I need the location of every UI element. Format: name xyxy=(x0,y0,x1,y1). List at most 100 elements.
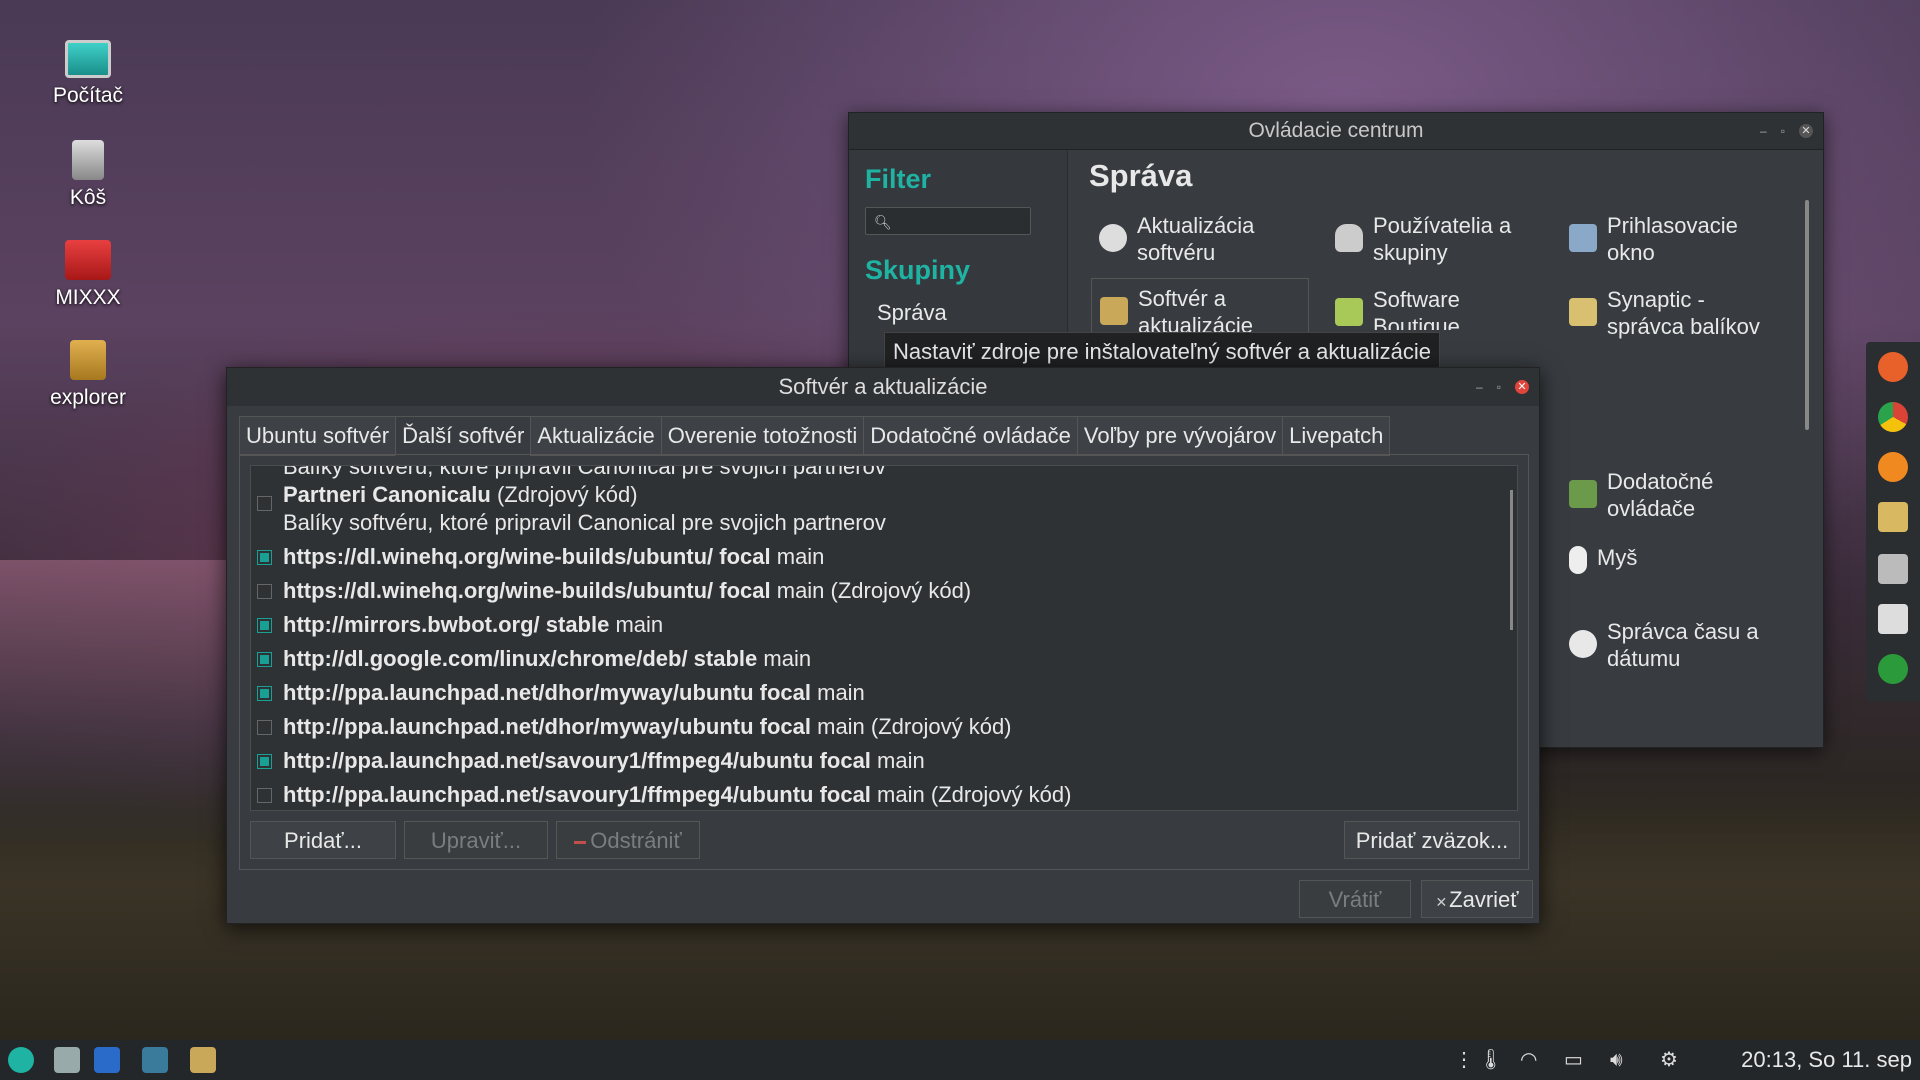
add-bundle-button[interactable]: Pridať zväzok... xyxy=(1344,821,1520,859)
computer-icon xyxy=(65,40,111,78)
minimize-icon[interactable]: – xyxy=(1760,113,1767,149)
tab-authentication[interactable]: Overenie totožnosti xyxy=(660,416,865,456)
source-row[interactable]: Partneri Canonicalu (Zdrojový kód) Balík… xyxy=(251,482,1491,535)
firefox-icon[interactable] xyxy=(1878,352,1908,382)
source-checkbox[interactable] xyxy=(257,618,272,633)
window-title: Ovládacie centrum xyxy=(1248,119,1424,142)
item-mouse[interactable]: Myš xyxy=(1569,544,1637,574)
item-software-boutique[interactable]: Software Boutique xyxy=(1335,286,1460,330)
item-synaptic[interactable]: Synaptic - správca balíkov xyxy=(1569,286,1760,340)
item-label: Boutique xyxy=(1373,314,1460,330)
tab-other-software[interactable]: Ďalší softvér xyxy=(395,416,532,456)
desktop-icon-explorer[interactable]: explorer xyxy=(40,340,136,410)
item-label: okno xyxy=(1607,240,1655,265)
item-label: Softvér a xyxy=(1138,286,1227,311)
chrome-icon[interactable] xyxy=(1878,402,1908,432)
tab-ubuntu-software[interactable]: Ubuntu softvér xyxy=(239,416,397,456)
list-scrollbar[interactable] xyxy=(1510,490,1513,630)
boutique-hanger-icon xyxy=(1335,298,1363,326)
other-software-panel: Balíky softvéru, ktoré pripravil Canonic… xyxy=(239,454,1529,870)
source-name: http://ppa.launchpad.net/dhor/myway/ubun… xyxy=(283,714,811,739)
source-checkbox[interactable] xyxy=(257,550,272,565)
blender-icon[interactable] xyxy=(1878,452,1908,482)
source-name: https://dl.winehq.org/wine-builds/ubuntu… xyxy=(283,578,771,603)
source-suffix: main xyxy=(609,612,664,637)
add-source-button[interactable]: Pridať... xyxy=(250,821,396,859)
source-suffix: main (Zdrojový kód) xyxy=(811,714,1012,739)
tray-menu-icon[interactable]: ⋮ xyxy=(1454,1040,1474,1080)
settings-gear-icon[interactable]: ⚙ xyxy=(1660,1040,1678,1080)
desktop-icon-computer[interactable]: Počítač xyxy=(40,40,136,108)
tooltip: Nastaviť zdroje pre inštalovateľný softv… xyxy=(884,332,1441,372)
tab-updates[interactable]: Aktualizácie xyxy=(530,416,662,456)
software-sources-icon xyxy=(1100,297,1128,325)
source-label: http://ppa.launchpad.net/dhor/myway/ubun… xyxy=(283,714,1012,740)
battery-icon[interactable]: ▭ xyxy=(1564,1040,1583,1080)
item-label: Prihlasovacie xyxy=(1607,213,1738,238)
login-window-icon xyxy=(1569,224,1597,252)
group-item-sprava[interactable]: Správa xyxy=(877,300,1067,326)
item-software-update[interactable]: Aktualizácia softvéru xyxy=(1099,212,1254,266)
menu-icon[interactable] xyxy=(8,1047,34,1073)
revert-button[interactable]: Vrátiť xyxy=(1299,880,1411,918)
app-launcher-icon[interactable] xyxy=(94,1047,120,1073)
source-checkbox[interactable] xyxy=(257,584,272,599)
source-checkbox[interactable] xyxy=(257,686,272,701)
image-viewer-icon[interactable] xyxy=(1878,502,1908,532)
source-suffix: (Zdrojový kód) xyxy=(490,482,638,507)
source-checkbox[interactable] xyxy=(257,788,272,803)
minimize-icon[interactable]: – xyxy=(1476,368,1483,406)
source-suffix: main (Zdrojový kód) xyxy=(770,578,972,603)
control-center-task-icon[interactable] xyxy=(142,1047,168,1073)
drivers-chip-icon xyxy=(1569,480,1597,508)
source-checkbox[interactable] xyxy=(257,754,272,769)
clock[interactable]: 20:13, So 11. sep xyxy=(1741,1040,1912,1080)
source-checkbox[interactable] xyxy=(257,652,272,667)
tab-additional-drivers[interactable]: Dodatočné ovládače xyxy=(863,416,1078,456)
software-sources-task-icon[interactable] xyxy=(190,1047,216,1073)
source-checkbox[interactable] xyxy=(257,496,272,511)
remove-source-button[interactable]: Odstrániť xyxy=(556,821,700,859)
source-name: http://ppa.launchpad.net/savoury1/ffmpeg… xyxy=(283,748,871,773)
desktop-icon-mixxx-folder[interactable]: MIXXX xyxy=(40,240,136,310)
item-label: Dodatočné xyxy=(1607,469,1714,494)
tab-developer-options[interactable]: Voľby pre vývojárov xyxy=(1076,416,1284,456)
wifi-icon[interactable]: ◠ xyxy=(1520,1040,1537,1080)
close-icon[interactable]: ✕ xyxy=(1515,380,1529,394)
clock-icon xyxy=(1569,630,1597,658)
item-login-window[interactable]: Prihlasovacie okno xyxy=(1569,212,1738,266)
tab-bar: Ubuntu softvér Ďalší softvér Aktualizáci… xyxy=(239,416,1391,456)
maximize-icon[interactable]: ▫ xyxy=(1781,113,1785,149)
source-name: http://dl.google.com/linux/chrome/deb/ s… xyxy=(283,646,758,671)
close-icon: ✕ xyxy=(1435,894,1448,910)
dialog-titlebar[interactable]: Softvér a aktualizácie – ▫ ✕ xyxy=(227,368,1539,406)
text-editor-icon[interactable] xyxy=(1878,604,1908,634)
item-additional-drivers[interactable]: Dodatočné ovládače xyxy=(1569,468,1713,522)
item-time-date[interactable]: Správca času a dátumu xyxy=(1569,618,1759,672)
folder-icon xyxy=(65,240,111,280)
explorer-icon xyxy=(70,340,106,380)
control-center-titlebar[interactable]: Ovládacie centrum – ▫ ✕ xyxy=(849,113,1823,150)
close-icon[interactable]: ✕ xyxy=(1799,124,1813,138)
filter-search-input[interactable]: 🔍︎ xyxy=(865,207,1031,235)
file-manager-icon[interactable] xyxy=(54,1047,80,1073)
tab-livepatch[interactable]: Livepatch xyxy=(1282,416,1391,456)
control-center-scrollbar[interactable] xyxy=(1805,200,1809,430)
sources-list[interactable]: Balíky softvéru, ktoré pripravil Canonic… xyxy=(250,465,1518,811)
item-users-groups[interactable]: Používatelia a skupiny xyxy=(1335,212,1511,266)
source-label: http://ppa.launchpad.net/savoury1/ffmpeg… xyxy=(283,782,1071,808)
update-icon xyxy=(1099,224,1127,252)
users-icon xyxy=(1335,224,1363,252)
temperature-icon[interactable]: 🌡︎ xyxy=(1478,1040,1503,1080)
close-button[interactable]: ✕Zavrieť xyxy=(1421,880,1533,918)
source-label: http://mirrors.bwbot.org/ stable main xyxy=(283,612,663,638)
edit-source-button[interactable]: Upraviť... xyxy=(404,821,548,859)
status-green-icon[interactable] xyxy=(1878,654,1908,684)
source-name: Partneri Canonicalu xyxy=(283,482,491,507)
maximize-icon[interactable]: ▫ xyxy=(1497,368,1501,406)
camera-icon[interactable] xyxy=(1878,554,1908,584)
source-checkbox[interactable] xyxy=(257,720,272,735)
volume-icon[interactable]: 🔊︎ xyxy=(1610,1040,1623,1080)
source-name: http://ppa.launchpad.net/dhor/myway/ubun… xyxy=(283,680,811,705)
desktop-icon-trash[interactable]: Kôš xyxy=(40,140,136,210)
